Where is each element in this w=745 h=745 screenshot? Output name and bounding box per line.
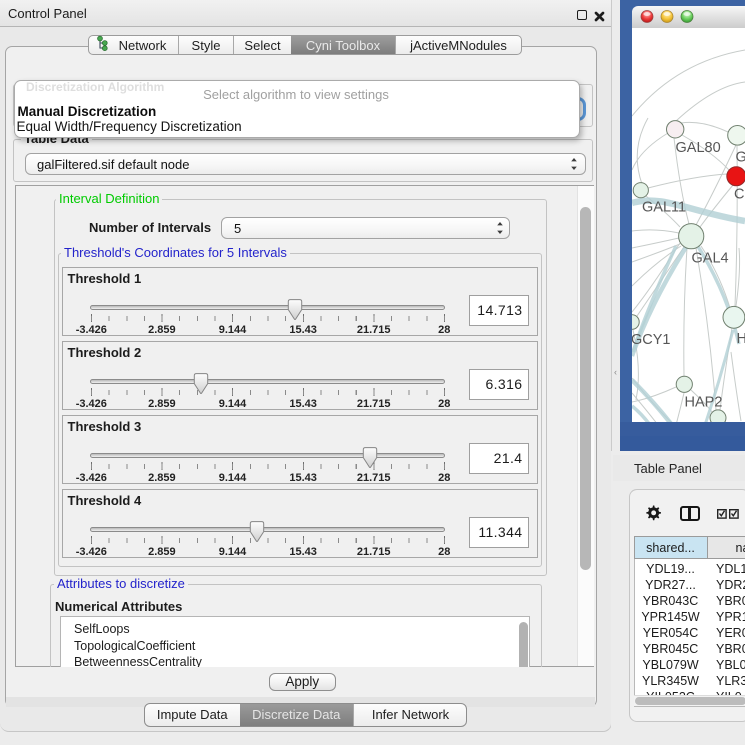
svg-text:GAL11: GAL11 xyxy=(642,200,686,216)
svg-text:HAP2: HAP2 xyxy=(685,394,723,410)
svg-text:GA: GA xyxy=(736,150,745,166)
svg-text:GAL4: GAL4 xyxy=(692,251,729,267)
svg-text:GCY1: GCY1 xyxy=(632,332,671,348)
svg-text:CR: CR xyxy=(734,187,745,203)
svg-text:HA: HA xyxy=(737,331,745,347)
svg-text:GAL80: GAL80 xyxy=(676,140,721,156)
